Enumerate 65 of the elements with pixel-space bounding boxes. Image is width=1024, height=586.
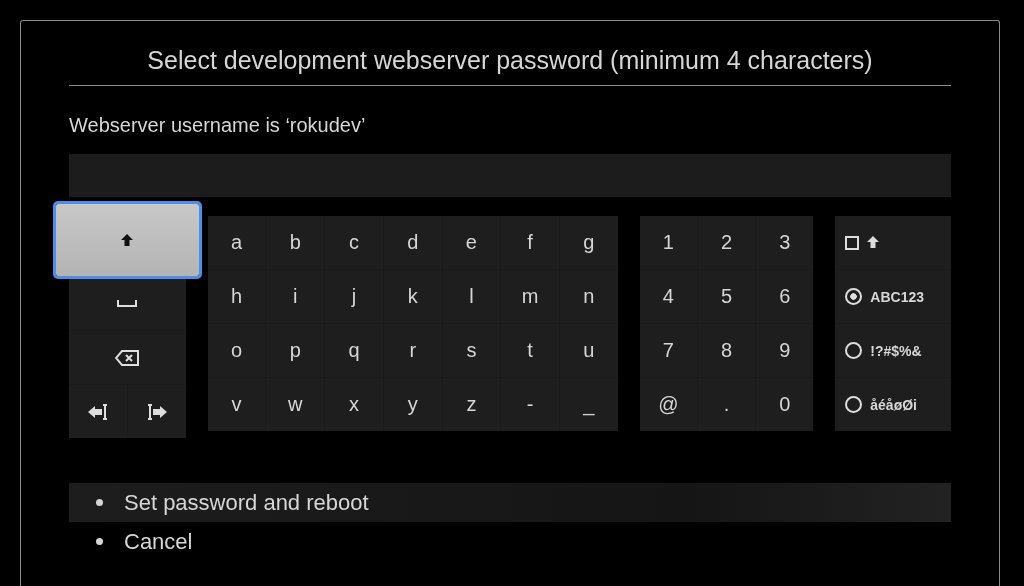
cursor-right-icon	[146, 403, 167, 420]
letter-key[interactable]: d	[383, 216, 442, 269]
menu-item[interactable]: Set password and reboot	[69, 483, 951, 522]
caps-lock-option[interactable]	[835, 216, 951, 269]
letter-key[interactable]: w	[266, 378, 325, 431]
charset-option[interactable]: ABC123	[835, 270, 951, 323]
letter-key[interactable]: k	[383, 270, 442, 323]
backspace-key[interactable]	[69, 331, 186, 384]
number-key[interactable]: 3	[756, 216, 814, 269]
letter-key[interactable]: h	[207, 270, 266, 323]
letter-key[interactable]: u	[560, 324, 618, 377]
dialog-title: Select development webserver password (minimum 4 characters)	[146, 45, 874, 76]
shift-icon	[121, 233, 134, 247]
number-key[interactable]: 0	[756, 378, 814, 431]
letter-key[interactable]: i	[266, 270, 325, 323]
letter-key[interactable]: q	[325, 324, 383, 377]
number-key[interactable]: 8	[697, 324, 756, 377]
radio-button[interactable]	[845, 288, 863, 305]
letter-key[interactable]: t	[501, 324, 559, 377]
radio-button[interactable]	[845, 342, 863, 359]
letter-key[interactable]: g	[560, 216, 618, 269]
letter-key[interactable]: p	[266, 324, 325, 377]
letter-key[interactable]: b	[266, 216, 325, 269]
space-key[interactable]	[69, 277, 186, 330]
number-key[interactable]: 4	[639, 270, 697, 323]
letter-key[interactable]: z	[442, 378, 501, 431]
number-key[interactable]: 9	[756, 324, 814, 377]
number-key[interactable]: 6	[756, 270, 814, 323]
number-key[interactable]: 1	[639, 216, 697, 269]
username-label: Webserver username is ‘rokudev’	[69, 114, 367, 137]
letter-key[interactable]: a	[207, 216, 266, 269]
letter-key[interactable]: l	[442, 270, 501, 323]
bullet-icon	[96, 499, 103, 506]
radio-button[interactable]	[845, 396, 863, 413]
number-key[interactable]: 2	[697, 216, 756, 269]
letter-key[interactable]: _	[560, 378, 618, 431]
charset-option[interactable]: !?#$%&	[835, 324, 951, 377]
letter-key[interactable]: x	[325, 378, 383, 431]
letter-key[interactable]: e	[442, 216, 501, 269]
letter-key[interactable]: r	[383, 324, 442, 377]
number-key[interactable]: .	[697, 378, 756, 431]
letter-key[interactable]: -	[501, 378, 559, 431]
letter-key[interactable]: j	[325, 270, 383, 323]
checkbox[interactable]	[845, 235, 860, 250]
cursor-left-icon	[87, 403, 108, 420]
letter-key[interactable]: v	[207, 378, 266, 431]
letter-key[interactable]: s	[442, 324, 501, 377]
letter-key[interactable]: c	[325, 216, 383, 269]
number-key[interactable]: @	[639, 378, 697, 431]
cursor-right-key[interactable]	[127, 385, 186, 438]
letter-key[interactable]: f	[501, 216, 559, 269]
number-key[interactable]: 5	[697, 270, 756, 323]
menu-item[interactable]: Cancel	[69, 522, 951, 561]
cursor-left-key[interactable]	[69, 385, 127, 438]
bullet-icon	[96, 538, 103, 545]
number-key[interactable]: 7	[639, 324, 697, 377]
letter-key[interactable]: y	[383, 378, 442, 431]
backspace-icon	[115, 349, 140, 366]
letter-key[interactable]: n	[560, 270, 618, 323]
shift-icon	[867, 236, 880, 249]
letter-key[interactable]: o	[207, 324, 266, 377]
letter-key[interactable]: m	[501, 270, 559, 323]
password-field[interactable]	[69, 154, 951, 197]
space-icon	[117, 300, 138, 307]
charset-option[interactable]: åéåøØi	[835, 378, 951, 431]
